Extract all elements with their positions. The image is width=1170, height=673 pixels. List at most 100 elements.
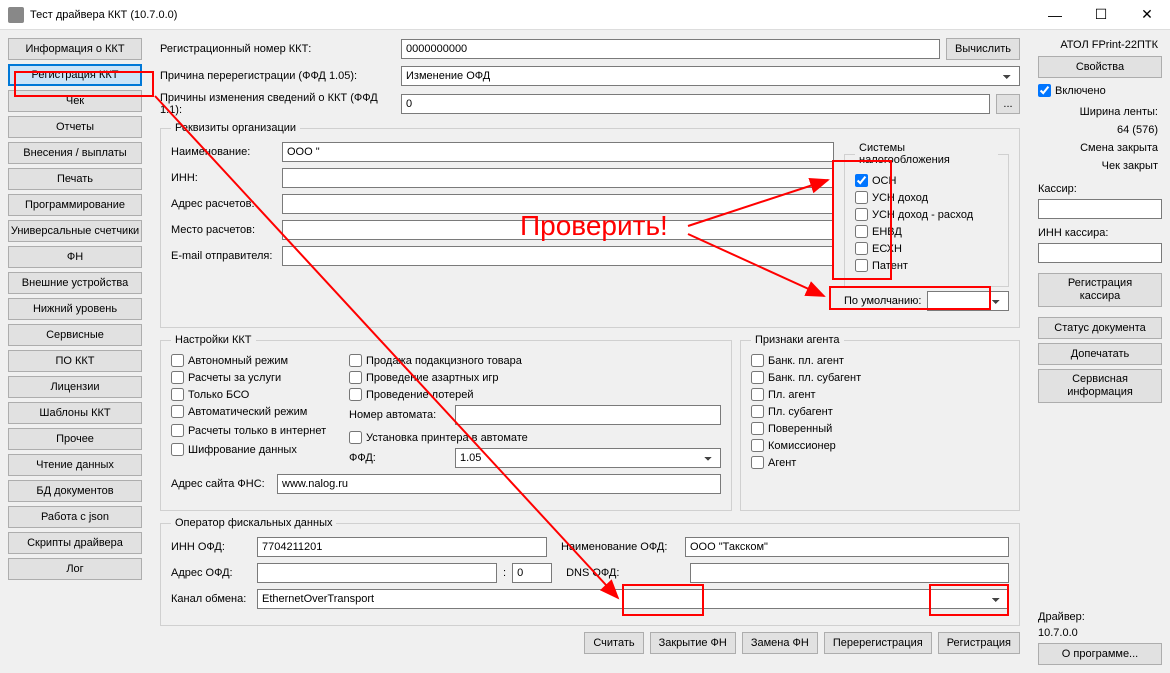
kkt-gambling-checkbox[interactable] — [349, 371, 362, 384]
right-panel: АТОЛ FPrint-22ПТК Свойства Включено Шири… — [1030, 30, 1170, 673]
sidebar-item-fn[interactable]: ФН — [8, 246, 142, 268]
replace-fn-button[interactable]: Замена ФН — [742, 632, 818, 654]
sidebar-item-templates[interactable]: Шаблоны ККТ — [8, 402, 142, 424]
org-inn-input[interactable] — [282, 168, 834, 188]
sidebar-item-registration[interactable]: Регистрация ККТ — [8, 64, 142, 86]
sidebar-item-db[interactable]: БД документов — [8, 480, 142, 502]
kkt-gambling-label: Проведение азартных игр — [366, 372, 499, 384]
reg-button[interactable]: Регистрация — [938, 632, 1020, 654]
ofd-channel-select[interactable]: EthernetOverTransport — [257, 589, 1009, 609]
tax-usn-income-checkbox[interactable] — [855, 191, 868, 204]
ofd-dns-input[interactable] — [690, 563, 1009, 583]
org-place-label: Место расчетов: — [171, 224, 276, 236]
change-reason-input[interactable] — [401, 94, 990, 114]
agent-attorney-checkbox[interactable] — [751, 422, 764, 435]
org-fieldset: Реквизиты организации Наименование: ИНН:… — [160, 122, 1020, 328]
sidebar-item-counters[interactable]: Универсальные счетчики — [8, 220, 142, 242]
sidebar-item-json[interactable]: Работа с json — [8, 506, 142, 528]
close-button[interactable]: ✕ — [1124, 0, 1170, 30]
org-addr-label: Адрес расчетов: — [171, 198, 276, 210]
sidebar-item-log[interactable]: Лог — [8, 558, 142, 580]
rereg-button[interactable]: Перерегистрация — [824, 632, 932, 654]
tax-usn-ir-label: УСН доход - расход — [872, 209, 973, 221]
change-reason-more-button[interactable]: ... — [996, 94, 1020, 114]
agent-commissioner-checkbox[interactable] — [751, 439, 764, 452]
agent-pay-checkbox[interactable] — [751, 388, 764, 401]
ofd-inn-label: ИНН ОФД: — [171, 541, 251, 553]
reg-num-label: Регистрационный номер ККТ: — [160, 43, 395, 55]
sidebar-item-service[interactable]: Сервисные — [8, 324, 142, 346]
default-tax-select[interactable] — [927, 291, 1009, 311]
agent-bank-checkbox[interactable] — [751, 354, 764, 367]
doc-status-button[interactable]: Статус документа — [1038, 317, 1162, 339]
kkt-bso-checkbox[interactable] — [171, 388, 184, 401]
ffd-select[interactable]: 1.05 — [455, 448, 721, 468]
sidebar-item-print[interactable]: Печать — [8, 168, 142, 190]
sidebar-item-other[interactable]: Прочее — [8, 428, 142, 450]
sidebar-item-readdata[interactable]: Чтение данных — [8, 454, 142, 476]
read-button[interactable]: Считать — [584, 632, 643, 654]
cashier-input[interactable] — [1038, 199, 1162, 219]
kkt-printer-install-label: Установка принтера в автомате — [366, 432, 528, 444]
service-info-button[interactable]: Сервисная информация — [1038, 369, 1162, 403]
kkt-lottery-checkbox[interactable] — [349, 388, 362, 401]
org-name-input[interactable] — [282, 142, 834, 162]
tax-usn-income-label: УСН доход — [872, 192, 928, 204]
agent-pay-label: Пл. агент — [768, 389, 816, 401]
tax-osn-checkbox[interactable] — [855, 174, 868, 187]
sidebar-item-firmware[interactable]: ПО ККТ — [8, 350, 142, 372]
close-fn-button[interactable]: Закрытие ФН — [650, 632, 736, 654]
tax-patent-checkbox[interactable] — [855, 259, 868, 272]
kkt-auto-label: Автоматический режим — [188, 406, 307, 418]
kkt-autonomous-checkbox[interactable] — [171, 354, 184, 367]
reg-cashier-button[interactable]: Регистрация кассира — [1038, 273, 1162, 307]
calc-button[interactable]: Вычислить — [946, 38, 1020, 60]
sidebar-item-programming[interactable]: Программирование — [8, 194, 142, 216]
fns-input[interactable] — [277, 474, 721, 494]
agent-agent-checkbox[interactable] — [751, 456, 764, 469]
ofd-port-input[interactable] — [512, 563, 552, 583]
org-email-input[interactable] — [282, 246, 834, 266]
minimize-button[interactable]: — — [1032, 0, 1078, 30]
rereg-reason-select[interactable]: Изменение ОФД — [401, 66, 1020, 86]
sidebar-item-devices[interactable]: Внешние устройства — [8, 272, 142, 294]
cashier-inn-input[interactable] — [1038, 243, 1162, 263]
fns-label: Адрес сайта ФНС: — [171, 478, 271, 490]
ofd-name-input[interactable] — [685, 537, 1009, 557]
machine-num-input[interactable] — [455, 405, 721, 425]
sidebar-item-licenses[interactable]: Лицензии — [8, 376, 142, 398]
agent-banksub-checkbox[interactable] — [751, 371, 764, 384]
enabled-checkbox[interactable] — [1038, 84, 1051, 97]
tax-usn-ir-checkbox[interactable] — [855, 208, 868, 221]
maximize-button[interactable]: ☐ — [1078, 0, 1124, 30]
kkt-lottery-label: Проведение лотерей — [366, 389, 474, 401]
sidebar-item-scripts[interactable]: Скрипты драйвера — [8, 532, 142, 554]
change-reason-label: Причины изменения сведений о ККТ (ФФД 1.… — [160, 92, 395, 116]
ofd-addr-input[interactable] — [257, 563, 497, 583]
kkt-excise-checkbox[interactable] — [349, 354, 362, 367]
tax-envd-checkbox[interactable] — [855, 225, 868, 238]
kkt-autonomous-label: Автономный режим — [188, 355, 288, 367]
org-addr-input[interactable] — [282, 194, 834, 214]
kkt-printer-install-checkbox[interactable] — [349, 431, 362, 444]
agent-banksub-label: Банк. пл. субагент — [768, 372, 861, 384]
tax-osn-label: ОСН — [872, 175, 896, 187]
org-email-label: E-mail отправителя: — [171, 250, 276, 262]
kkt-internet-checkbox[interactable] — [171, 424, 184, 437]
reg-num-input[interactable] — [401, 39, 940, 59]
kkt-services-checkbox[interactable] — [171, 371, 184, 384]
sidebar-item-info[interactable]: Информация о ККТ — [8, 38, 142, 60]
about-button[interactable]: О программе... — [1038, 643, 1162, 665]
ofd-inn-input[interactable] — [257, 537, 547, 557]
tax-eshn-checkbox[interactable] — [855, 242, 868, 255]
sidebar-item-payments[interactable]: Внесения / выплаты — [8, 142, 142, 164]
kkt-encrypt-checkbox[interactable] — [171, 443, 184, 456]
sidebar-item-check[interactable]: Чек — [8, 90, 142, 112]
kkt-auto-checkbox[interactable] — [171, 405, 184, 418]
sidebar-item-lowlevel[interactable]: Нижний уровень — [8, 298, 142, 320]
reprint-button[interactable]: Допечатать — [1038, 343, 1162, 365]
agent-paysub-checkbox[interactable] — [751, 405, 764, 418]
org-place-input[interactable] — [282, 220, 834, 240]
sidebar-item-reports[interactable]: Отчеты — [8, 116, 142, 138]
properties-button[interactable]: Свойства — [1038, 56, 1162, 78]
